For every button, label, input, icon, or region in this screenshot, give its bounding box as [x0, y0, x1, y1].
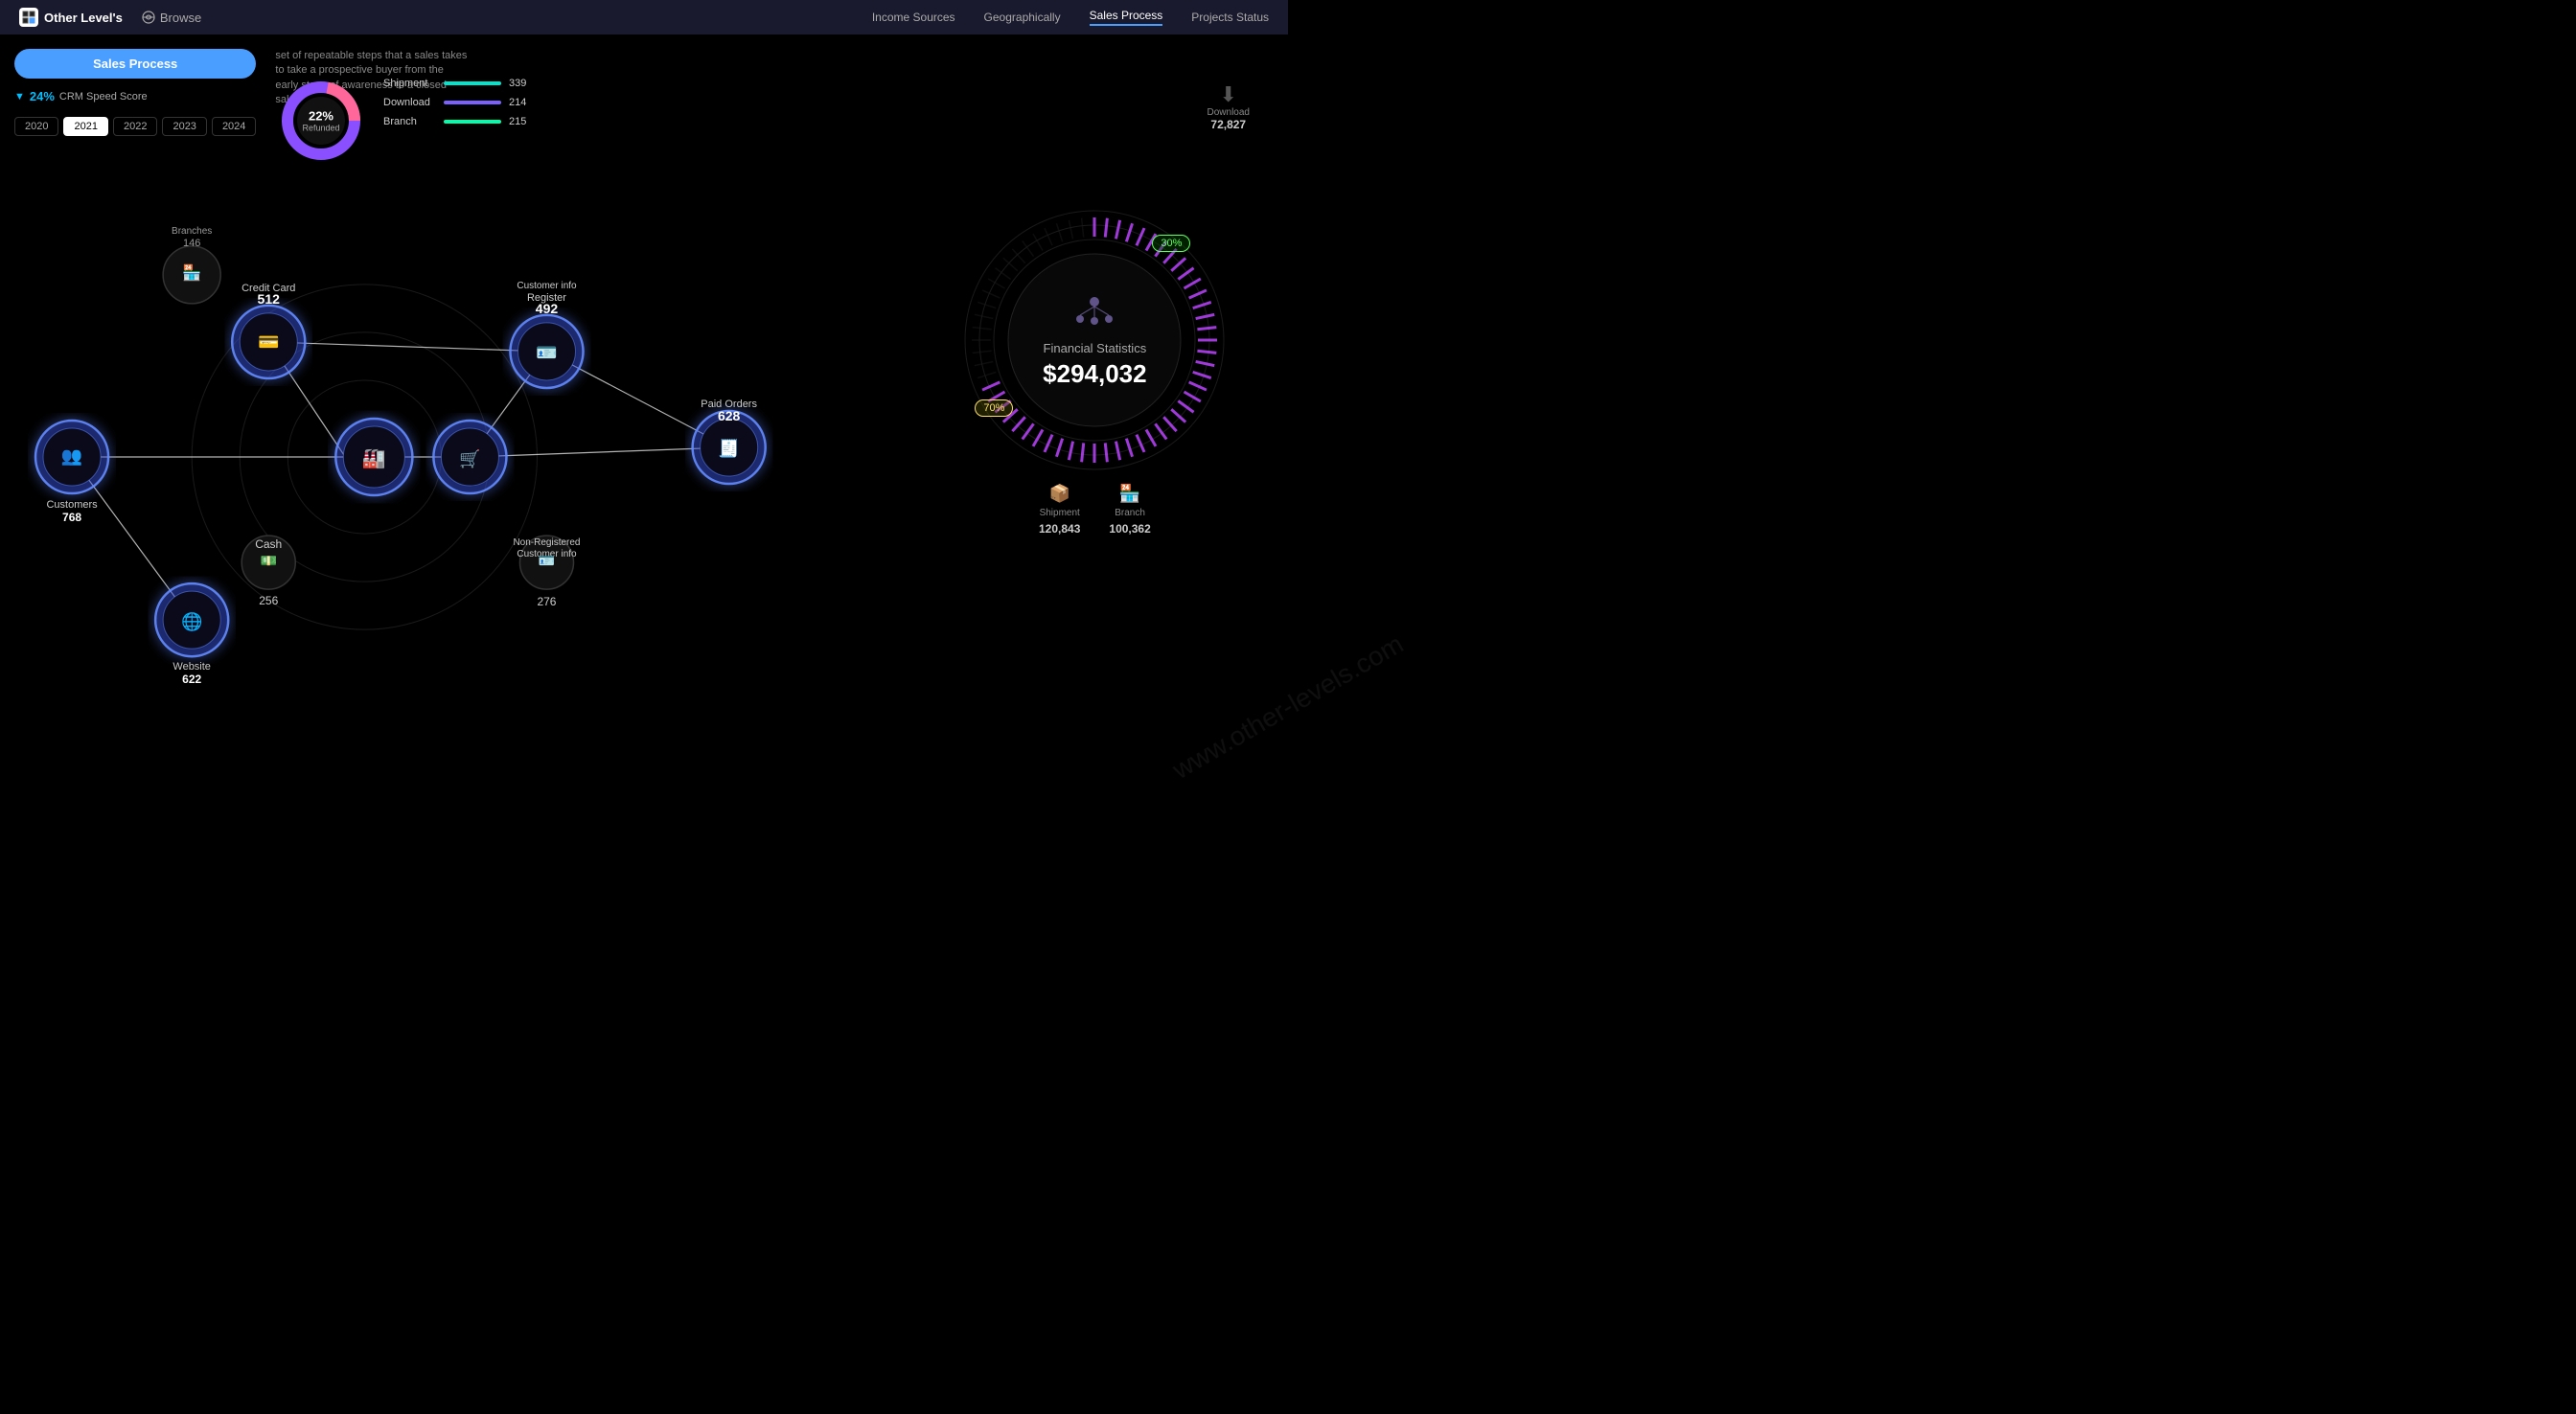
crm-arrow: ▼ [14, 91, 25, 103]
download-top-label: Download [1208, 107, 1250, 118]
nav-sales-process[interactable]: Sales Process [1090, 9, 1163, 26]
left-panel: Sales Process ▼ 24% CRM Speed Score 2020… [0, 34, 902, 707]
main-content: Sales Process ▼ 24% CRM Speed Score 2020… [0, 34, 1288, 707]
svg-text:622: 622 [182, 673, 201, 686]
legend-branch: Branch 215 [383, 116, 538, 127]
svg-text:🌐: 🌐 [181, 611, 202, 631]
gauge-title: Financial Statistics [1043, 341, 1146, 355]
download-top-stat: ⬇ Download 72,827 [1208, 82, 1250, 131]
svg-text:🪪: 🪪 [539, 553, 555, 568]
year-2022[interactable]: 2022 [113, 117, 157, 136]
nav-income-sources[interactable]: Income Sources [872, 11, 955, 24]
svg-text:🪪: 🪪 [536, 343, 557, 362]
legend-area: Shipment 339 Download 214 Branch 215 [383, 78, 538, 127]
svg-text:768: 768 [62, 511, 81, 524]
download-top-value: 72,827 [1208, 118, 1250, 131]
donut-area: 22% Refunded [278, 78, 364, 164]
year-2021[interactable]: 2021 [63, 117, 107, 136]
donut-label: 22% Refunded [302, 109, 339, 133]
year-2023[interactable]: 2023 [162, 117, 206, 136]
logo-text: Other Level's [44, 11, 123, 25]
legend-download: Download 214 [383, 97, 538, 108]
crm-label: CRM Speed Score [59, 91, 148, 103]
browse-label: Browse [160, 11, 201, 25]
network-diagram: 146 Branches 🏪 Cash 256 💵 Non-Registered… [0, 169, 902, 707]
gauge-70-badge: 70% [975, 399, 1013, 417]
download-top-icon: ⬇ [1208, 82, 1250, 107]
shipment-stat: 📦 Shipment 120,843 [1039, 484, 1080, 536]
nav-projects-status[interactable]: Projects Status [1191, 11, 1269, 24]
donut-pct: 22% [302, 109, 339, 124]
browse-button[interactable]: Browse [142, 11, 201, 25]
gauge-icon [1043, 292, 1146, 337]
gauge-center: Financial Statistics $294,032 [1043, 292, 1146, 389]
svg-text:256: 256 [259, 594, 278, 607]
shipment-label: Shipment [1040, 508, 1080, 518]
legend-branch-bar [444, 120, 501, 124]
legend-download-bar [444, 101, 501, 104]
year-tabs: 2020 2021 2022 2023 2024 [14, 117, 256, 136]
branch-label: Branch [1115, 508, 1145, 518]
donut-text: Refunded [302, 124, 339, 133]
branch-value: 100,362 [1109, 522, 1150, 536]
legend-shipment: Shipment 339 [383, 78, 538, 89]
legend-shipment-value: 339 [509, 78, 538, 89]
crm-pct: 24% [30, 89, 55, 103]
svg-text:628: 628 [718, 408, 741, 423]
legend-download-label: Download [383, 97, 436, 108]
year-2024[interactable]: 2024 [212, 117, 256, 136]
crm-score: ▼ 24% CRM Speed Score [14, 89, 256, 103]
svg-text:🏭: 🏭 [362, 448, 386, 469]
legend-shipment-label: Shipment [383, 78, 436, 89]
gauge-value: $294,032 [1043, 359, 1146, 389]
legend-download-value: 214 [509, 97, 538, 108]
svg-text:Credit Card: Credit Card [242, 283, 295, 294]
svg-text:Website: Website [172, 661, 211, 673]
svg-text:🧾: 🧾 [718, 438, 739, 458]
year-2020[interactable]: 2020 [14, 117, 58, 136]
logo: Other Level's [19, 8, 123, 27]
gauge-30-badge: 30% [1152, 235, 1190, 252]
legend-branch-label: Branch [383, 116, 436, 127]
topnav: Other Level's Browse Income Sources Geog… [0, 0, 1288, 34]
svg-text:Register: Register [527, 292, 566, 304]
topnav-left: Other Level's Browse [19, 8, 201, 27]
svg-text:Customers: Customers [46, 499, 98, 511]
svg-text:🛒: 🛒 [459, 448, 480, 468]
topnav-right: Income Sources Geographically Sales Proc… [872, 9, 1269, 26]
shipment-icon: 📦 [1048, 484, 1070, 504]
svg-text:Non-Registered: Non-Registered [513, 537, 580, 548]
branch-icon: 🏪 [1119, 484, 1140, 504]
svg-text:🏪: 🏪 [182, 263, 201, 282]
nav-geographically[interactable]: Geographically [984, 11, 1061, 24]
branch-stat: 🏪 Branch 100,362 [1109, 484, 1150, 536]
svg-text:💳: 💳 [258, 332, 279, 352]
legend-shipment-bar [444, 81, 501, 85]
gauge-area: Financial Statistics $294,032 30% 70% [960, 206, 1229, 474]
svg-text:146: 146 [183, 238, 200, 249]
right-panel: ⬇ Download 72,827 [902, 34, 1288, 707]
shipment-value: 120,843 [1039, 522, 1080, 536]
svg-text:👥: 👥 [61, 446, 82, 466]
svg-text:💵: 💵 [261, 553, 277, 568]
sales-process-button[interactable]: Sales Process [14, 49, 256, 79]
svg-text:Customer info: Customer info [517, 281, 577, 291]
donut-chart: 22% Refunded [278, 78, 364, 164]
svg-text:276: 276 [537, 595, 556, 608]
svg-text:Branches: Branches [172, 226, 212, 237]
legend-branch-value: 215 [509, 116, 538, 127]
svg-text:Cash: Cash [255, 537, 282, 551]
bottom-stats: 📦 Shipment 120,843 🏪 Branch 100,362 [1039, 484, 1151, 536]
logo-icon [19, 8, 38, 27]
